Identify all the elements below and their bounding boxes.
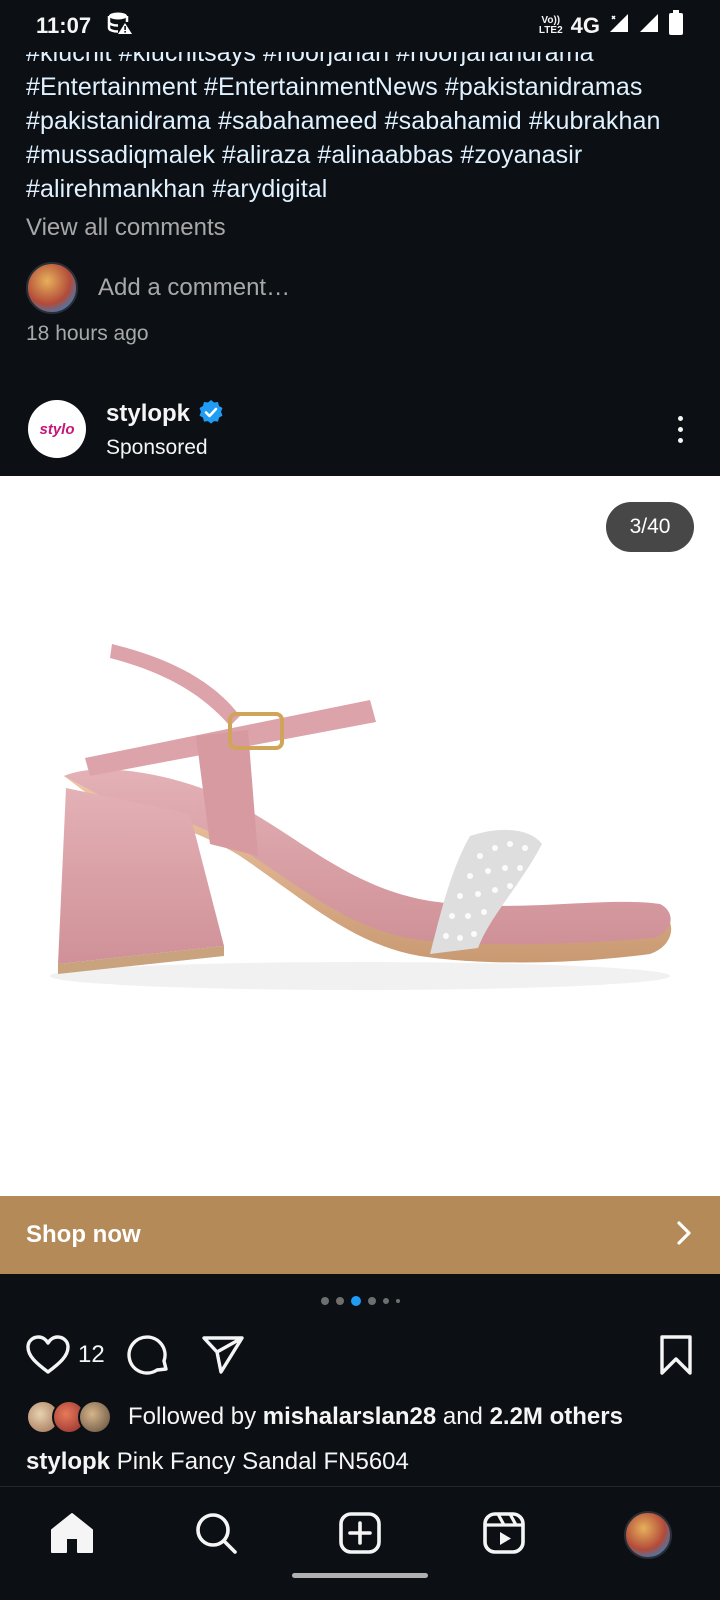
previous-post-caption: #kluchit #kluchitsays #noorjahan #noorja… (26, 36, 706, 206)
nav-reels[interactable] (474, 1505, 534, 1565)
nav-home[interactable] (42, 1505, 102, 1565)
bookmark-icon[interactable] (658, 1334, 694, 1376)
network-type: 4G (570, 13, 600, 38)
post-header: stylo stylopk Sponsored (0, 390, 720, 468)
carousel-indicator (0, 1296, 720, 1306)
view-all-comments-link[interactable]: View all comments (26, 214, 226, 242)
comment-icon[interactable] (127, 1333, 171, 1377)
carousel-counter: 3/40 (606, 502, 694, 552)
post-image-carousel[interactable]: 3/40 (0, 476, 720, 1196)
nav-profile[interactable] (618, 1505, 678, 1565)
post-actions: 12 (26, 1330, 694, 1380)
carousel-dot (395, 1299, 400, 1303)
home-icon (50, 1512, 94, 1559)
carousel-dot (335, 1297, 344, 1305)
caption-username[interactable]: stylopk (26, 1448, 110, 1475)
carousel-dot (320, 1297, 329, 1305)
more-options-button[interactable] (666, 409, 694, 449)
reels-icon (482, 1511, 526, 1560)
post-timestamp: 18 hours ago (26, 322, 149, 345)
add-comment-input[interactable]: Add a comment… (98, 274, 290, 302)
followed-by-text: Followed by mishalarslan28 and 2.2M othe… (128, 1403, 623, 1430)
more-dot-icon (677, 415, 683, 421)
follower-avatars (26, 1400, 112, 1434)
add-comment-row[interactable]: Add a comment… (26, 262, 290, 314)
more-dot-icon (677, 426, 683, 432)
shop-now-button[interactable]: Shop now (0, 1196, 720, 1274)
volte-icon: Vo)) LTE2 (538, 15, 563, 36)
avatar (78, 1400, 112, 1434)
profile-avatar (624, 1511, 672, 1559)
gesture-bar[interactable] (292, 1573, 428, 1578)
heart-icon[interactable] (26, 1335, 70, 1375)
shop-now-label: Shop now (26, 1221, 141, 1248)
brand-logo: stylo (39, 420, 75, 438)
like-count[interactable]: 12 (78, 1341, 105, 1369)
post-header-text: stylopk Sponsored (106, 399, 224, 460)
nav-create[interactable] (330, 1505, 390, 1565)
avatar (26, 262, 78, 314)
followed-by-user[interactable]: mishalarslan28 (263, 1403, 436, 1430)
brand-avatar[interactable]: stylo (28, 400, 86, 458)
carousel-dot (382, 1298, 389, 1304)
signal-icon-2 (638, 12, 660, 40)
chevron-right-icon (674, 1220, 694, 1251)
send-icon[interactable] (201, 1334, 245, 1376)
hashtags[interactable]: #kluchit #kluchitsays #noorjahan #noorja… (26, 36, 706, 206)
more-dot-icon (677, 437, 683, 443)
carousel-dot (367, 1297, 376, 1305)
followed-by-row[interactable]: Followed by mishalarslan28 and 2.2M othe… (26, 1400, 623, 1434)
verified-badge-icon (198, 399, 224, 430)
search-icon (194, 1511, 238, 1560)
signal-icon (608, 12, 630, 40)
create-icon (338, 1511, 382, 1560)
sponsored-label[interactable]: Sponsored (106, 436, 224, 460)
carousel-dot-active (350, 1296, 361, 1306)
nav-search[interactable] (186, 1505, 246, 1565)
followed-by-others[interactable]: 2.2M others (490, 1403, 623, 1430)
post-caption[interactable]: stylopk Pink Fancy Sandal FN5604 (26, 1448, 409, 1476)
battery-icon (668, 10, 684, 42)
status-bar: 11:07 Vo)) LTE2 4G (0, 0, 720, 52)
sandal-image (50, 644, 672, 990)
status-time: 11:07 (36, 13, 92, 38)
data-saver-icon (107, 11, 133, 41)
bottom-nav (0, 1486, 720, 1600)
caption-text: Pink Fancy Sandal FN5604 (110, 1448, 409, 1475)
post-username[interactable]: stylopk (106, 400, 190, 428)
username-row: stylopk (106, 399, 224, 430)
